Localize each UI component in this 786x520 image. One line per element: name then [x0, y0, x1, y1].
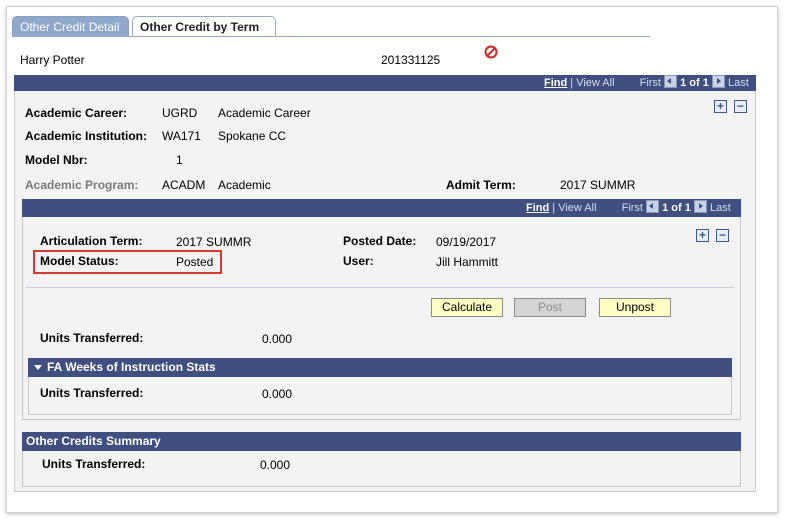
find-link[interactable]: Find: [526, 202, 549, 214]
last-label: Last: [727, 77, 749, 89]
unpost-button[interactable]: Unpost: [599, 298, 671, 317]
view-all-link[interactable]: View All: [576, 77, 614, 89]
student-name: Harry Potter: [20, 53, 85, 67]
other-credits-summary-header: Other Credits Summary: [22, 432, 741, 451]
model-nbr-label: Model Nbr:: [25, 153, 88, 167]
academic-career-desc: Academic Career: [218, 106, 311, 120]
term-scroll-header: Find | View All First 1 of 1 Last: [22, 199, 741, 217]
model-status-value: Posted: [176, 255, 214, 269]
tab-other-credit-by-term[interactable]: Other Credit by Term: [132, 16, 276, 36]
term-nav: Find | View All First 1 of 1 Last: [526, 200, 731, 214]
academic-institution-code: WA171: [162, 129, 201, 143]
model-status-label: Model Status:: [40, 254, 119, 268]
calculate-button[interactable]: Calculate: [431, 298, 503, 317]
add-row-icon[interactable]: +: [696, 229, 709, 242]
previous-arrow-icon[interactable]: [646, 200, 660, 213]
admit-term-label: Admit Term:: [446, 178, 516, 192]
delete-row-icon[interactable]: −: [716, 229, 729, 242]
tab-underline: [12, 36, 650, 37]
next-arrow-icon[interactable]: [711, 75, 725, 88]
previous-arrow-icon[interactable]: [664, 75, 678, 88]
career-nav: Find | View All First 1 of 1 Last: [544, 75, 749, 89]
units-transferred-label: Units Transferred:: [40, 331, 144, 345]
fa-weeks-header[interactable]: FA Weeks of Instruction Stats: [28, 358, 732, 377]
summary-units-transferred-value: 0.000: [260, 458, 291, 472]
academic-institution-label: Academic Institution:: [25, 129, 148, 143]
academic-career-code: UGRD: [162, 106, 198, 120]
articulation-term-value: 2017 SUMMR: [176, 235, 252, 249]
posted-date-label: Posted Date:: [343, 234, 417, 248]
first-label: First: [621, 202, 643, 214]
academic-program-code: ACADM: [162, 178, 206, 192]
units-transferred-value: 0.000: [262, 332, 293, 346]
academic-career-label: Academic Career:: [25, 106, 128, 120]
next-arrow-icon[interactable]: [693, 200, 707, 213]
summary-units-transferred-label: Units Transferred:: [42, 457, 146, 471]
academic-institution-desc: Spokane CC: [218, 129, 287, 143]
user-value: Jill Hammitt: [436, 255, 498, 269]
career-scroll-header: Find | View All First 1 of 1 Last: [14, 75, 756, 91]
model-nbr-value: 1: [176, 153, 183, 167]
admit-term-value: 2017 SUMMR: [560, 178, 636, 192]
student-id: 201331125: [381, 53, 441, 67]
collapse-triangle-icon[interactable]: [34, 364, 42, 370]
find-link[interactable]: Find: [544, 77, 567, 89]
last-label: Last: [709, 202, 731, 214]
fa-units-transferred-value: 0.000: [262, 387, 293, 401]
prohibited-icon: [484, 45, 498, 59]
row-count: 1 of 1: [662, 202, 691, 214]
post-button: Post: [514, 298, 586, 317]
delete-row-icon[interactable]: −: [734, 100, 747, 113]
first-label: First: [639, 77, 661, 89]
tab-other-credit-detail[interactable]: Other Credit Detail: [12, 16, 129, 36]
view-all-link[interactable]: View All: [558, 202, 596, 214]
posted-date-value: 09/19/2017: [436, 235, 497, 249]
user-label: User:: [343, 254, 374, 268]
academic-program-label: Academic Program:: [25, 178, 139, 192]
academic-program-desc: Academic: [218, 178, 271, 192]
articulation-term-label: Articulation Term:: [40, 234, 143, 248]
other-credits-summary-title: Other Credits Summary: [26, 434, 161, 448]
add-row-icon[interactable]: +: [714, 100, 727, 113]
section-divider: [26, 287, 734, 288]
fa-weeks-title: FA Weeks of Instruction Stats: [47, 360, 216, 374]
row-count: 1 of 1: [680, 77, 709, 89]
fa-units-transferred-label: Units Transferred:: [40, 386, 144, 400]
